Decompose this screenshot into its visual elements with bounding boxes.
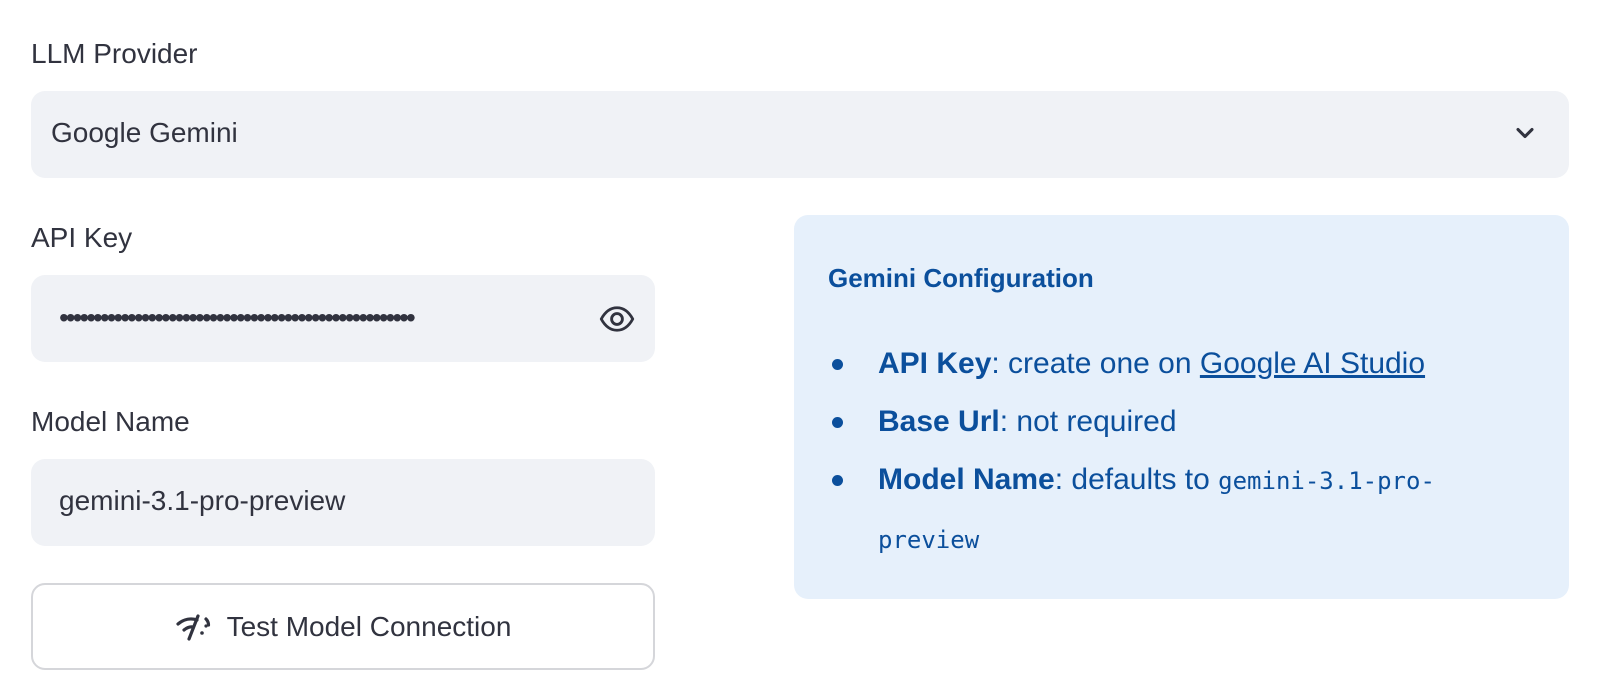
google-ai-studio-link[interactable]: Google AI Studio: [1200, 347, 1425, 380]
api-key-field[interactable]: ••••••••••••••••••••••••••••••••••••••••…: [31, 275, 655, 362]
gemini-config-info-panel: Gemini Configuration API Key: create one…: [794, 215, 1569, 599]
model-name-label: Model Name: [31, 406, 190, 437]
info-title: Gemini Configuration: [828, 263, 1094, 293]
provider-label: LLM Provider: [31, 38, 198, 69]
api-key-label: API Key: [31, 222, 133, 253]
chevron-down-icon[interactable]: [1511, 119, 1539, 147]
info-item-text: : create one on: [991, 347, 1200, 380]
info-item-base-url: Base Url: not required: [828, 393, 1528, 451]
provider-selected-value: Google Gemini: [51, 117, 238, 148]
provider-select[interactable]: Google Gemini: [31, 91, 1569, 178]
info-item-text: : defaults to: [1054, 463, 1219, 496]
info-item-api-key: API Key: create one on Google AI Studio: [828, 335, 1528, 393]
info-list: API Key: create one on Google AI Studio …: [828, 335, 1528, 569]
test-model-connection-button[interactable]: Test Model Connection: [31, 583, 655, 670]
eye-icon[interactable]: [599, 301, 635, 337]
info-item-key: Base Url: [878, 405, 1000, 438]
model-name-field[interactable]: gemini-3.1-pro-preview: [31, 459, 655, 546]
info-item-model-name: Model Name: defaults to gemini-3.1-pro-p…: [828, 451, 1528, 569]
network-icon: [175, 613, 210, 641]
info-item-key: Model Name: [878, 463, 1055, 496]
api-key-masked-value: ••••••••••••••••••••••••••••••••••••••••…: [59, 302, 416, 333]
model-name-value: gemini-3.1-pro-preview: [59, 485, 346, 516]
test-model-connection-label: Test Model Connection: [226, 610, 512, 642]
info-item-text: : not required: [999, 405, 1177, 438]
info-item-key: API Key: [878, 347, 992, 380]
